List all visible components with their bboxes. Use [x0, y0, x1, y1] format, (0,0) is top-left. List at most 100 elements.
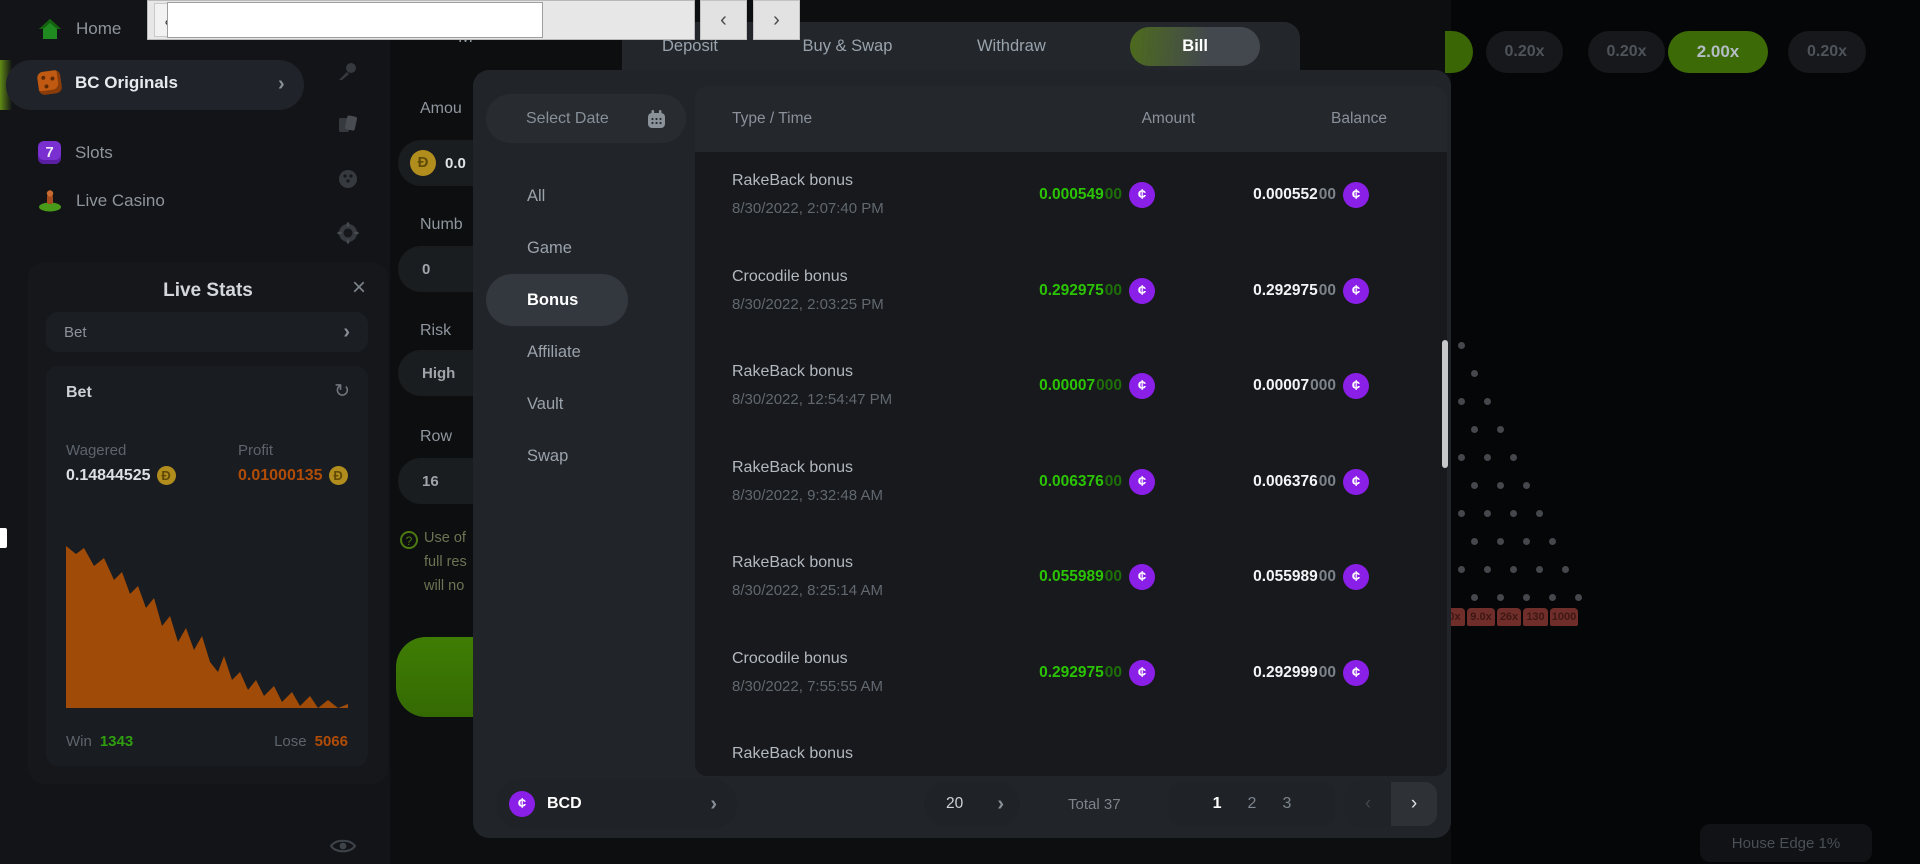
bcd-coin-icon: ¢: [1343, 660, 1369, 686]
win-label: Win: [66, 733, 92, 750]
filter-item-all[interactable]: All: [486, 170, 686, 222]
filter-item-vault[interactable]: Vault: [486, 378, 686, 430]
multiplier-pill[interactable]: 0.20x: [1588, 31, 1665, 73]
plinko-peg: [1536, 510, 1543, 517]
row-type: Crocodile bonus: [732, 268, 848, 286]
sidebar-item-label: Slots: [75, 143, 113, 163]
row-time: 8/30/2022, 8:25:14 AM: [732, 582, 883, 599]
plinko-peg: [1497, 594, 1504, 601]
wagered-label: Wagered: [66, 442, 126, 459]
filter-item-bonus[interactable]: Bonus: [486, 274, 628, 326]
card-title: Bet: [66, 384, 92, 402]
ime-next-button[interactable]: ›: [753, 0, 800, 40]
filter-item-game[interactable]: Game: [486, 222, 686, 274]
sidebar-item-label: BC Originals: [75, 73, 178, 93]
doge-coin-icon: Đ: [157, 466, 176, 485]
multiplier-pill[interactable]: 0.20x: [1788, 31, 1866, 73]
multiplier-pill[interactable]: 0.20x: [1486, 31, 1563, 73]
refresh-icon[interactable]: ↻: [334, 380, 350, 403]
chevron-right-icon: ›: [278, 73, 285, 96]
dice-game-icon[interactable]: [337, 168, 359, 190]
profit-label: Profit: [238, 442, 273, 459]
eye-icon[interactable]: [330, 836, 356, 856]
risk-label: Risk: [420, 322, 451, 340]
currency-select[interactable]: ¢ BCD ›: [497, 779, 737, 829]
sidebar-item-label: Live Casino: [76, 191, 165, 211]
table-row: RakeBack bonus8/30/2022, 12:54:47 PM0.00…: [695, 343, 1447, 439]
win-lose-row: Win1343 Lose5066: [66, 733, 348, 750]
ime-text-input[interactable]: [167, 2, 543, 38]
plinko-peg: [1471, 426, 1478, 433]
plinko-peg: [1523, 482, 1530, 489]
page-size-select[interactable]: 20 ›: [924, 782, 1020, 826]
filter-item-affiliate[interactable]: Affiliate: [486, 326, 686, 378]
page-button-2[interactable]: 2: [1248, 795, 1257, 813]
profit-chart: [66, 528, 348, 708]
bcd-coin-icon: ¢: [1343, 278, 1369, 304]
plinko-peg: [1562, 566, 1569, 573]
plinko-slot-multiplier: 130: [1523, 608, 1548, 626]
plinko-peg: [1497, 538, 1504, 545]
row-type: RakeBack bonus: [732, 459, 853, 477]
home-icon: [38, 18, 62, 40]
tab-bill[interactable]: Bill: [1130, 27, 1260, 66]
plinko-peg: [1510, 510, 1517, 517]
chevron-right-icon: ›: [997, 793, 1004, 816]
plinko-peg: [1484, 566, 1491, 573]
next-page-button[interactable]: ›: [1391, 782, 1437, 826]
plinko-peg: [1549, 594, 1556, 601]
page-button-1[interactable]: 1: [1213, 795, 1222, 813]
cards-game-icon[interactable]: [337, 114, 359, 136]
amount-label: Amou: [420, 100, 462, 118]
plinko-peg: [1523, 594, 1530, 601]
row-time: 8/30/2022, 9:32:48 AM: [732, 487, 883, 504]
plinko-peg: [1523, 538, 1530, 545]
plinko-peg: [1458, 342, 1465, 349]
chevron-right-icon: ›: [710, 793, 717, 816]
total-count: Total 37: [1068, 796, 1121, 813]
bcd-coin-icon: ¢: [1343, 373, 1369, 399]
wallet-bill-modal: Deposit Buy & Swap Withdraw Bill Select …: [473, 0, 1451, 864]
sidebar-item-live-casino[interactable]: Live Casino: [38, 189, 165, 212]
row-label: Row: [420, 428, 452, 446]
select-date-input[interactable]: Select Date: [486, 94, 686, 143]
row-amount: 0.00054900¢: [1039, 182, 1155, 208]
plinko-peg: [1458, 566, 1465, 573]
row-amount: 0.00007000¢: [1039, 373, 1155, 399]
chip-game-icon[interactable]: [337, 222, 359, 244]
plinko-peg: [1536, 566, 1543, 573]
amount-value: 0.0: [445, 155, 466, 172]
plinko-peg: [1484, 454, 1491, 461]
table-row: RakeBack bonus8/30/2022, 2:07:40 PM0.000…: [695, 152, 1447, 248]
sidebar-item-home[interactable]: Home: [38, 18, 121, 40]
bcd-coin-icon: ¢: [1343, 182, 1369, 208]
sidebar-item-bc-originals[interactable]: BC Originals: [38, 71, 178, 94]
table-row: RakeBack bonus8/30/2022, 8:25:14 AM0.055…: [695, 534, 1447, 630]
bcd-coin-icon: ¢: [1129, 182, 1155, 208]
lose-label: Lose: [274, 733, 307, 750]
ime-prev-button[interactable]: ‹: [700, 0, 747, 40]
edge-marker: [0, 528, 7, 548]
row-balance: 0.00637600¢: [1253, 469, 1369, 495]
multiplier-pill[interactable]: 2.00x: [1668, 31, 1768, 73]
prev-page-button[interactable]: ‹: [1345, 782, 1391, 826]
row-time: 8/30/2022, 2:03:25 PM: [732, 296, 884, 313]
tab-withdraw[interactable]: Withdraw: [977, 37, 1046, 56]
tab-buy-swap[interactable]: Buy & Swap: [803, 37, 893, 56]
filter-item-swap[interactable]: Swap: [486, 430, 686, 482]
table-scrollbar-thumb[interactable]: [1442, 340, 1448, 468]
modal-body: Select Date AllGameBonusAffiliateVaultSw…: [473, 70, 1451, 838]
page-button-3[interactable]: 3: [1282, 795, 1291, 813]
plinko-peg: [1471, 482, 1478, 489]
bet-type-select[interactable]: Bet ›: [46, 312, 368, 352]
table-row: RakeBack bonus 8/30/2022, 9:32:48 AM 0.006…: [695, 439, 1447, 535]
close-icon[interactable]: ×: [352, 276, 366, 300]
sidebar-item-slots[interactable]: 7 Slots: [38, 141, 113, 164]
bcd-coin-icon: ¢: [509, 791, 535, 817]
pagination-pages: 1 2 3: [1169, 782, 1335, 826]
limbo-game-icon[interactable]: [337, 60, 359, 82]
plinko-peg: [1575, 594, 1582, 601]
plinko-peg: [1497, 482, 1504, 489]
header-balance: Balance: [1267, 110, 1387, 128]
row-amount: 0.29297500¢: [1039, 278, 1155, 304]
